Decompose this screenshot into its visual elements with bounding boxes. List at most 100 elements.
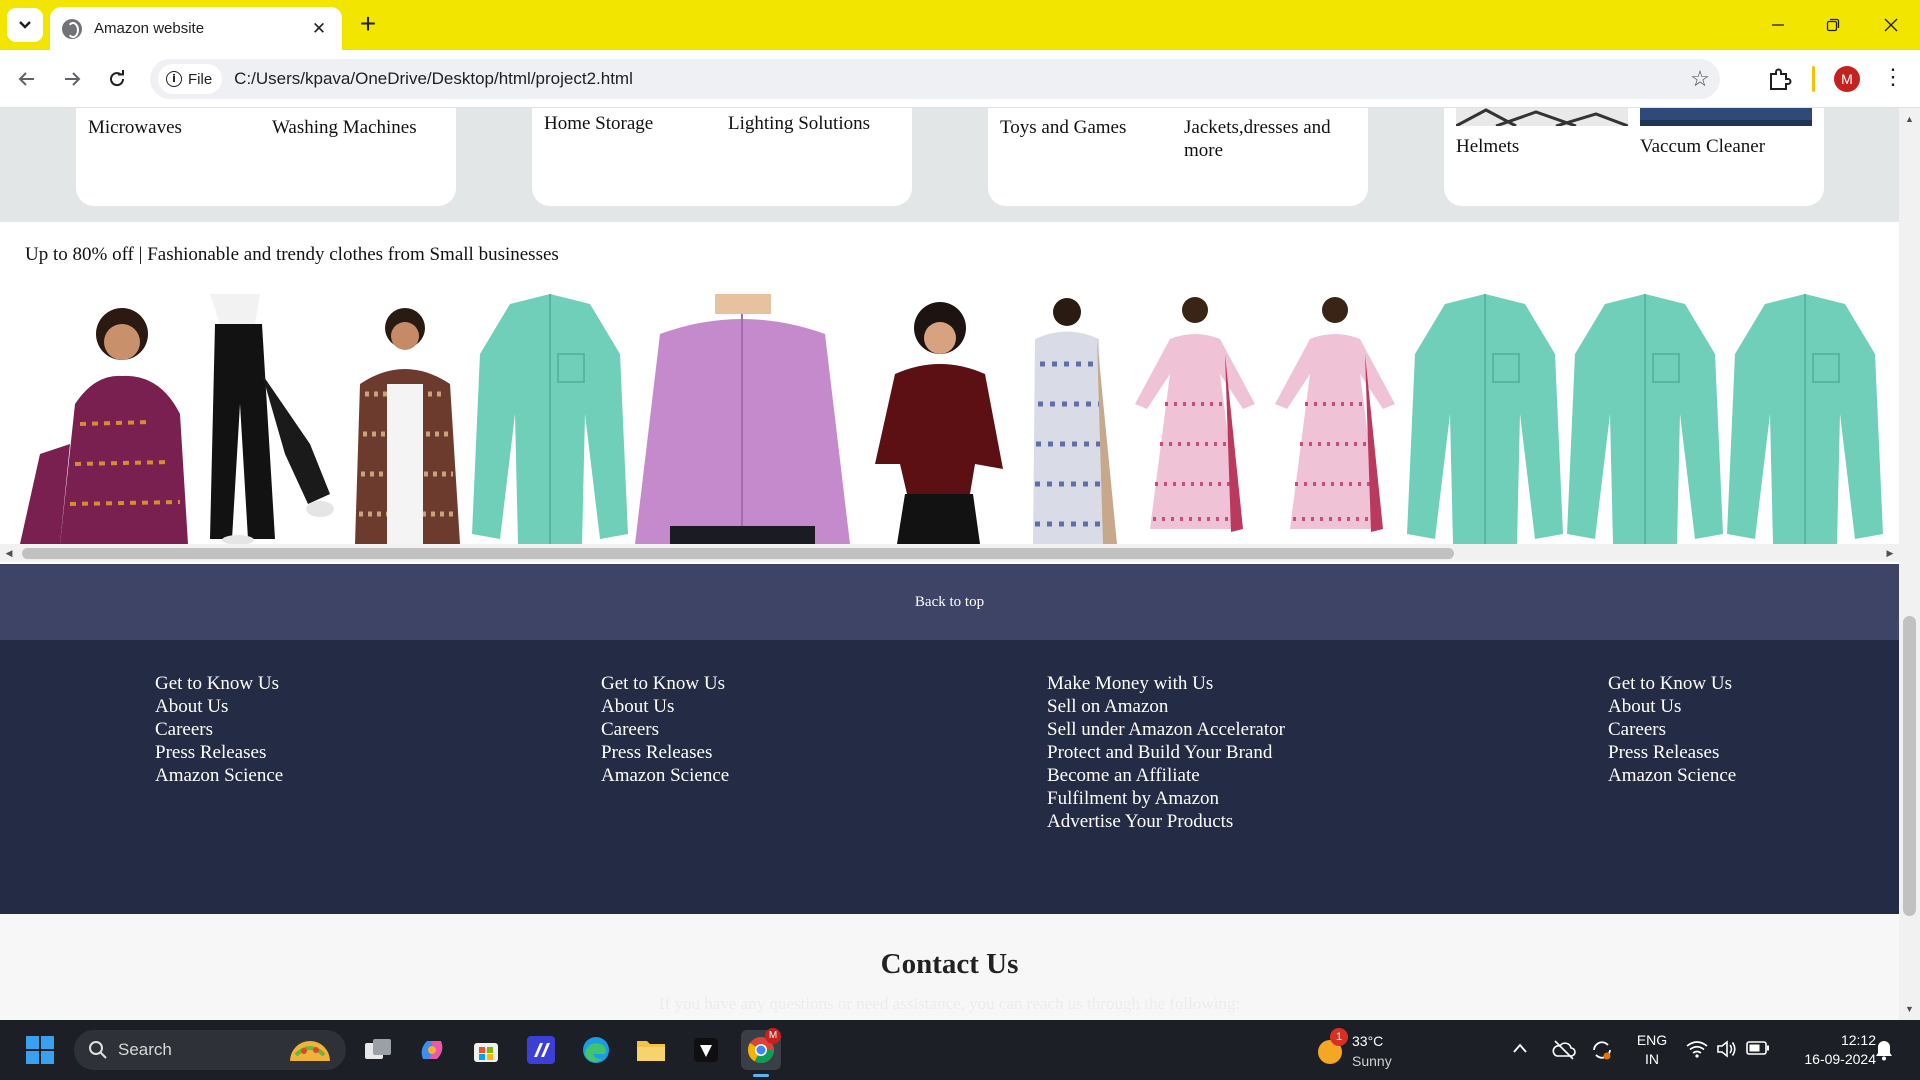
app-icon [694, 1038, 718, 1062]
language-indicator[interactable]: ENG IN [1630, 1031, 1674, 1069]
footer-link[interactable]: Fulfilment by Amazon [1047, 787, 1285, 810]
product-image-mint-shirt[interactable] [1405, 294, 1565, 544]
category-card[interactable]: Home Storage Lighting Solutions [532, 108, 912, 206]
restore-button[interactable] [1806, 8, 1860, 42]
weather-widget[interactable]: 1 33°C Sunny [1312, 1028, 1452, 1072]
product-image-pink-anarkali[interactable] [1125, 294, 1265, 544]
product-image-print-kurta[interactable] [1005, 294, 1125, 544]
product-image-pants[interactable] [190, 294, 335, 544]
start-button[interactable] [20, 1030, 60, 1070]
product-image-maroon-top[interactable] [855, 294, 1005, 544]
footer-link[interactable]: Careers [155, 718, 283, 741]
bookmark-star-icon[interactable]: ☆ [1680, 66, 1720, 92]
category-card[interactable]: Microwaves Washing Machines [76, 108, 456, 206]
back-to-top-button[interactable]: Back to top [0, 564, 1899, 640]
product-image-purple-shirt[interactable] [630, 294, 855, 544]
notification-bell-icon[interactable] [1875, 1039, 1893, 1061]
category-label[interactable]: Vaccum Cleaner [1640, 135, 1765, 158]
profile-avatar[interactable]: M [1834, 66, 1860, 92]
product-image-mint-shirt[interactable] [1725, 294, 1885, 544]
scroll-up-icon[interactable]: ▲ [1899, 110, 1920, 128]
footer-link[interactable]: About Us [155, 695, 283, 718]
category-label[interactable]: Jackets,dresses and more [1184, 116, 1354, 162]
battery-icon[interactable] [1746, 1040, 1770, 1056]
browser-tab[interactable]: Amazon website ✕ [50, 7, 342, 50]
scroll-right-icon[interactable]: ▶ [1881, 544, 1899, 562]
taskbar-search[interactable]: Search [74, 1030, 346, 1070]
category-label[interactable]: Microwaves [88, 116, 182, 139]
product-scroll-row[interactable] [0, 294, 1899, 544]
scroll-down-icon[interactable]: ▼ [1899, 1000, 1920, 1018]
app-button[interactable] [686, 1030, 726, 1070]
vacuum-image[interactable] [1640, 108, 1812, 126]
back-button[interactable] [9, 61, 45, 97]
lang-bottom: IN [1645, 1051, 1659, 1067]
category-card[interactable]: Helmets Vaccum Cleaner [1444, 108, 1824, 206]
volume-icon[interactable] [1716, 1039, 1738, 1059]
footer-link[interactable]: Press Releases [1608, 741, 1736, 764]
toolbar-divider [1812, 66, 1815, 92]
vertical-scrollbar[interactable]: ▲ ▼ [1899, 108, 1920, 1020]
category-card[interactable]: Toys and Games Jackets,dresses and more [988, 108, 1368, 206]
new-tab-button[interactable]: + [352, 10, 384, 40]
helmet-image[interactable] [1456, 108, 1628, 126]
arrow-left-icon [18, 72, 34, 86]
file-explorer-button[interactable] [631, 1030, 671, 1070]
category-label[interactable]: Toys and Games [1000, 116, 1126, 139]
restore-icon [1826, 18, 1840, 32]
footer-column: Get to Know Us About Us Careers Press Re… [601, 672, 729, 787]
close-tab-icon[interactable]: ✕ [308, 19, 330, 39]
chrome-button[interactable]: M [741, 1028, 781, 1070]
footer-link[interactable]: Sell under Amazon Accelerator [1047, 718, 1285, 741]
footer-link[interactable]: Careers [1608, 718, 1736, 741]
wifi-icon[interactable] [1686, 1040, 1708, 1058]
footer-link[interactable]: Careers [601, 718, 729, 741]
horizontal-scroll-thumb[interactable] [22, 548, 1454, 559]
reload-button[interactable] [99, 61, 135, 97]
address-bar[interactable]: i File C:/Users/kpava/OneDrive/Desktop/h… [150, 59, 1720, 99]
chevron-up-icon[interactable] [1512, 1042, 1528, 1054]
extensions-puzzle-icon[interactable] [1766, 66, 1792, 92]
footer-link[interactable]: Become an Affiliate [1047, 764, 1285, 787]
product-image-kurti[interactable] [0, 294, 190, 544]
close-window-button[interactable] [1864, 8, 1918, 42]
tab-search-button[interactable] [7, 8, 43, 42]
footer-link[interactable]: Amazon Science [1608, 764, 1736, 787]
footer-link[interactable]: Press Releases [155, 741, 283, 764]
footer-link[interactable]: About Us [1608, 695, 1736, 718]
footer-link[interactable]: Sell on Amazon [1047, 695, 1285, 718]
footer-link[interactable]: Amazon Science [601, 764, 729, 787]
category-label[interactable]: Washing Machines [272, 116, 417, 139]
browser-tabstrip: Amazon website ✕ + [0, 0, 1920, 50]
edge-button[interactable] [576, 1030, 616, 1070]
vertical-scroll-thumb[interactable] [1903, 616, 1916, 916]
scroll-left-icon[interactable]: ◀ [0, 544, 18, 562]
product-image-pink-anarkali[interactable] [1265, 294, 1405, 544]
site-info-chip[interactable]: i File [158, 64, 223, 94]
footer-link[interactable]: Advertise Your Products [1047, 810, 1285, 833]
minimize-button[interactable] [1751, 8, 1805, 42]
vscode-like-button[interactable] [521, 1030, 561, 1070]
footer-link[interactable]: Amazon Science [155, 764, 283, 787]
category-label[interactable]: Lighting Solutions [728, 112, 870, 135]
footer-heading: Make Money with Us [1047, 673, 1214, 694]
url-text[interactable]: C:/Users/kpava/OneDrive/Desktop/html/pro… [234, 69, 1680, 89]
footer-link[interactable]: Press Releases [601, 741, 729, 764]
category-label[interactable]: Helmets [1456, 135, 1519, 158]
cloud-offline-icon[interactable] [1552, 1038, 1576, 1060]
footer-link[interactable]: Protect and Build Your Brand [1047, 741, 1285, 764]
product-image-mint-shirt[interactable] [470, 294, 630, 544]
sync-icon[interactable] [1590, 1038, 1614, 1062]
category-label[interactable]: Home Storage [544, 112, 653, 135]
product-image-mint-shirt[interactable] [1565, 294, 1725, 544]
footer-link[interactable]: About Us [601, 695, 729, 718]
clock[interactable]: 12:12 16-09-2024 [1780, 1031, 1876, 1069]
product-image-jacket[interactable] [335, 294, 470, 544]
store-button[interactable] [466, 1030, 506, 1070]
search-icon [89, 1041, 107, 1059]
forward-button[interactable] [54, 61, 90, 97]
task-view-button[interactable] [358, 1030, 398, 1070]
copilot-button[interactable] [412, 1030, 452, 1070]
horizontal-scrollbar[interactable]: ◀ ▶ [0, 544, 1899, 562]
browser-menu-icon[interactable]: ⋮ [1880, 64, 1906, 94]
